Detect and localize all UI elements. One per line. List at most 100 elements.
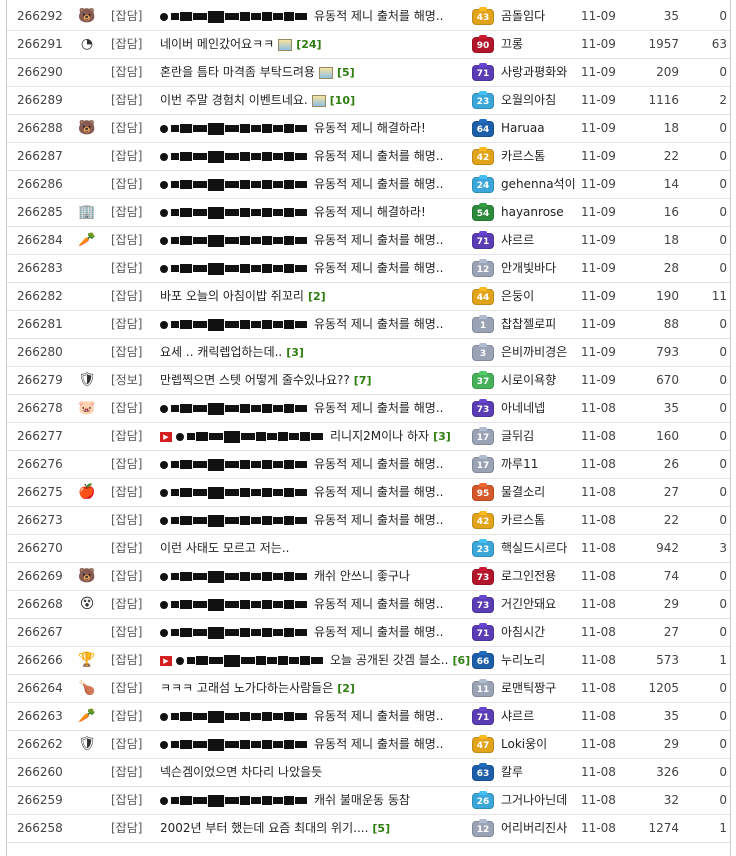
author-nickname[interactable]: 아침시간 (501, 619, 581, 646)
author-nickname[interactable]: 안개빛바다 (501, 255, 581, 282)
post-row[interactable]: 266291 ◔ [잡담] 네이버 메인갔어요ㅋㅋ [24] 90 끄롱 11-09 1957 6… (7, 31, 730, 59)
author-nickname[interactable]: 사랑과평화와 (501, 59, 581, 86)
author-nickname[interactable]: 물결소리 (501, 479, 581, 506)
post-title-link[interactable]: 혼란을 틈타 마격좀 부탁드려용 [5] (160, 59, 472, 86)
author-nickname[interactable]: 까루11 (501, 451, 581, 478)
post-title-link[interactable]: 유동적 제니 출처를 해명.. (160, 171, 472, 198)
author-nickname[interactable]: 오월의아침 (501, 87, 581, 114)
post-title-link[interactable]: 요세 .. 캐릭렙업하는데.. [3] (160, 339, 472, 366)
post-title-link[interactable]: 유동적 제니 출처를 해명.. (160, 479, 472, 506)
comment-count[interactable]: [7] (354, 374, 372, 387)
author-nickname[interactable]: Loki웅이 (501, 731, 581, 758)
post-row[interactable]: 266266 🏆 [잡담] ▶ 오늘 공개된 갓겜 블소.. [6] 66 누리노리 11-08… (7, 647, 730, 675)
comment-count[interactable]: [5] (337, 66, 355, 79)
comment-count[interactable]: [2] (308, 290, 326, 303)
post-title-link[interactable]: ▶ 오늘 공개된 갓겜 블소.. [6] (160, 647, 472, 674)
post-title-link[interactable]: 유동적 제니 출처를 해명.. (160, 3, 472, 30)
comment-count[interactable]: [2] (337, 682, 355, 695)
post-row[interactable]: 266288 🐻 [잡담] 유동적 제니 해결하라! 64 Haruaa 11-09 18 0 (7, 115, 730, 143)
post-row[interactable]: 266290 [잡담] 혼란을 틈타 마격좀 부탁드려용 [5] 71 사랑과평화와 11-… (7, 59, 730, 87)
post-row[interactable]: 266264 🍗 [잡담] ㅋㅋㅋ 고래섬 노가다하는사람들은 [2] 11 로맨틱짱구 11… (7, 675, 730, 703)
author-nickname[interactable]: 카르스톰 (501, 143, 581, 170)
post-row[interactable]: 266259 [잡담] 캐쉬 불매운동 동참 26 그거나아닌데 11-08 32 0 (7, 787, 730, 815)
post-title-link[interactable]: 유동적 제니 출처를 해명.. (160, 703, 472, 730)
author-nickname[interactable]: 끄롱 (501, 31, 581, 58)
post-row[interactable]: 266275 🍎 [잡담] 유동적 제니 출처를 해명.. 95 물결소리 11-08 27 0 (7, 479, 730, 507)
post-title-link[interactable]: 유동적 제니 출처를 해명.. (160, 395, 472, 422)
post-title-link[interactable]: 유동적 제니 출처를 해명.. (160, 507, 472, 534)
comment-count[interactable]: [3] (286, 346, 304, 359)
post-title-link[interactable]: 유동적 제니 출처를 해명.. (160, 143, 472, 170)
post-title-link[interactable]: 2002년 부터 했는데 요즘 최대의 위기.... [5] (160, 815, 472, 842)
post-row[interactable]: 266287 [잡담] 유동적 제니 출처를 해명.. 42 카르스톰 11-09 22 0 (7, 143, 730, 171)
author-nickname[interactable]: 로맨틱짱구 (501, 675, 581, 702)
post-title-link[interactable]: 캐쉬 안쓰니 좋구나 (160, 563, 472, 590)
author-nickname[interactable]: 핵실드시르다 (501, 535, 581, 562)
post-title-link[interactable]: 유동적 제니 출처를 해명.. (160, 227, 472, 254)
author-nickname[interactable]: 찹찹젤로피 (501, 311, 581, 338)
post-title-link[interactable]: 유동적 제니 해결하라! (160, 199, 472, 226)
post-row[interactable]: 266280 [잡담] 요세 .. 캐릭렙업하는데.. [3] 3 은비까비경은 11-09… (7, 339, 730, 367)
post-row[interactable]: 266263 🥕 [잡담] 유동적 제니 출처를 해명.. 71 샤르르 11-08 35 0 (7, 703, 730, 731)
post-title-link[interactable]: 바포 오늘의 아침이밥 쥐꼬리 [2] (160, 283, 472, 310)
author-nickname[interactable]: 아네네넵 (501, 395, 581, 422)
post-row[interactable]: 266262 🛡 [잡담] 유동적 제니 출처를 해명.. 47 Loki웅이 11-08 2… (7, 731, 730, 759)
post-title-link[interactable]: 유동적 제니 출처를 해명.. (160, 591, 472, 618)
author-nickname[interactable]: 샤르르 (501, 703, 581, 730)
author-nickname[interactable]: hayanrose (501, 199, 581, 226)
post-row[interactable]: 266283 [잡담] 유동적 제니 출처를 해명.. 12 안개빛바다 11-09 28 0 (7, 255, 730, 283)
comment-count[interactable]: [5] (372, 822, 390, 835)
author-nickname[interactable]: gehenna석이 (501, 171, 581, 198)
post-row[interactable]: 266258 [잡담] 2002년 부터 했는데 요즘 최대의 위기.... [5] 1… (7, 815, 730, 843)
post-row[interactable]: 266282 [잡담] 바포 오늘의 아침이밥 쥐꼬리 [2] 44 은둥이 11-09 19… (7, 283, 730, 311)
post-title-link[interactable]: 캐쉬 불매운동 동참 (160, 787, 472, 814)
post-row[interactable]: 266260 [잡담] 넥슨겜이었으면 차다리 나았을듯 63 칼루 11-08 326 0 (7, 759, 730, 787)
post-row[interactable]: 266278 🐷 [잡담] 유동적 제니 출처를 해명.. 73 아네네넵 11-08 35 0 (7, 395, 730, 423)
post-row[interactable]: 266270 [잡담] 이런 사태도 모르고 저는.. 23 핵실드시르다 11-08 94… (7, 535, 730, 563)
comment-count[interactable]: [3] (433, 430, 451, 443)
comment-count[interactable]: [10] (330, 94, 355, 107)
author-nickname[interactable]: 샤르르 (501, 227, 581, 254)
post-row[interactable]: 266281 [잡담] 유동적 제니 출처를 해명.. 1 찹찹젤로피 11-09 88 0 (7, 311, 730, 339)
post-title-link[interactable]: 유동적 제니 출처를 해명.. (160, 255, 472, 282)
author-nickname[interactable]: 칼루 (501, 759, 581, 786)
post-title-link[interactable]: 유동적 제니 출처를 해명.. (160, 311, 472, 338)
post-row[interactable]: 266279 🛡 [정보] 만렙찍으면 스텟 어떻게 줄수있나요?? [7] 37 시로이욕… (7, 367, 730, 395)
post-row[interactable]: 266269 🐻 [잡담] 캐쉬 안쓰니 좋구나 73 로그인전용 11-08 74 0 (7, 563, 730, 591)
post-row[interactable]: 266273 [잡담] 유동적 제니 출처를 해명.. 42 카르스톰 11-08 22 0 (7, 507, 730, 535)
comment-count[interactable]: [6] (452, 654, 470, 667)
post-title-link[interactable]: 유동적 제니 출처를 해명.. (160, 451, 472, 478)
post-row[interactable]: 266289 [잡담] 이번 주말 경험치 이벤트네요. [10] 23 오월의아침 11-… (7, 87, 730, 115)
post-row[interactable]: 266285 🏢 [잡담] 유동적 제니 해결하라! 54 hayanrose 11-09 1… (7, 199, 730, 227)
post-row[interactable]: 266284 🥕 [잡담] 유동적 제니 출처를 해명.. 71 샤르르 11-09 18 0 (7, 227, 730, 255)
author-nickname[interactable]: 곰돌임다 (501, 3, 581, 30)
author-nickname[interactable]: 거긴안돼요 (501, 591, 581, 618)
post-row[interactable]: 266267 [잡담] 유동적 제니 출처를 해명.. 71 아침시간 11-08 27 0 (7, 619, 730, 647)
author-nickname[interactable]: 은둥이 (501, 283, 581, 310)
post-row[interactable]: 266277 [잡담] ▶ 리니지2M이나 하자 [3] 17 글뒤김 11-08 160 0 (7, 423, 730, 451)
post-title-link[interactable]: 네이버 메인갔어요ㅋㅋ [24] (160, 31, 472, 58)
post-title-link[interactable]: 만렙찍으면 스텟 어떻게 줄수있나요?? [7] (160, 367, 472, 394)
post-row[interactable]: 266292 🐻 [잡담] 유동적 제니 출처를 해명.. 43 곰돌임다 11-09 35 0 (7, 3, 730, 31)
author-nickname[interactable]: 카르스톰 (501, 507, 581, 534)
author-nickname[interactable]: 은비까비경은 (501, 339, 581, 366)
post-title-link[interactable]: 이번 주말 경험치 이벤트네요. [10] (160, 87, 472, 114)
post-title-link[interactable]: ㅋㅋㅋ 고래섬 노가다하는사람들은 [2] (160, 675, 472, 702)
post-row[interactable]: 266286 [잡담] 유동적 제니 출처를 해명.. 24 gehenna석이 11-0… (7, 171, 730, 199)
post-title-link[interactable]: 넥슨겜이었으면 차다리 나았을듯 (160, 759, 472, 786)
post-title-link[interactable]: 유동적 제니 출처를 해명.. (160, 731, 472, 758)
comment-count[interactable]: [24] (296, 38, 321, 51)
post-row[interactable]: 266276 [잡담] 유동적 제니 출처를 해명.. 17 까루11 11-08 26 0 (7, 451, 730, 479)
author-nickname[interactable]: 글뒤김 (501, 423, 581, 450)
author-nickname[interactable]: 그거나아닌데 (501, 787, 581, 814)
author-nickname[interactable]: Haruaa (501, 115, 581, 142)
post-title-link[interactable]: 유동적 제니 출처를 해명.. (160, 619, 472, 646)
author-nickname[interactable]: 로그인전용 (501, 563, 581, 590)
post-title-link[interactable]: 이런 사태도 모르고 저는.. (160, 535, 472, 562)
author-nickname[interactable]: 어리버리진사 (501, 815, 581, 842)
author-nickname[interactable]: 시로이욕향 (501, 367, 581, 394)
post-title-link[interactable]: 유동적 제니 해결하라! (160, 115, 472, 142)
author-nickname[interactable]: 누리노리 (501, 647, 581, 674)
post-title-link[interactable]: ▶ 리니지2M이나 하자 [3] (160, 423, 472, 450)
post-row[interactable]: 266268 😵 [잡담] 유동적 제니 출처를 해명.. 73 거긴안돼요 11-08 29… (7, 591, 730, 619)
